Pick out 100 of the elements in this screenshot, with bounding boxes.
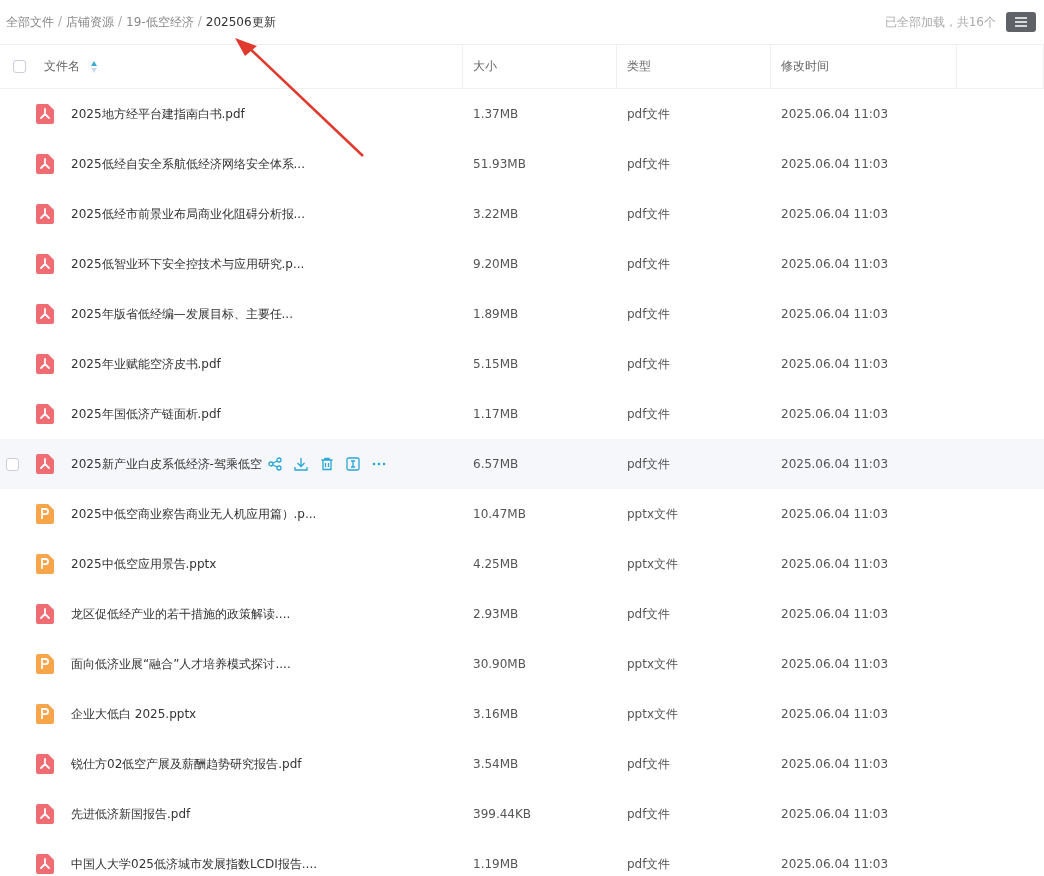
menu-button[interactable] bbox=[1006, 12, 1036, 32]
more-icon[interactable] bbox=[371, 462, 386, 466]
file-type: pptx文件 bbox=[627, 556, 679, 571]
modified-time: 2025.06.04 11:03 bbox=[781, 607, 889, 621]
modified-time: 2025.06.04 11:03 bbox=[781, 857, 889, 871]
delete-icon[interactable] bbox=[319, 457, 334, 471]
file-size: 5.15MB bbox=[473, 357, 519, 371]
breadcrumb-separator: / bbox=[58, 13, 63, 30]
presentation-file-icon bbox=[36, 654, 54, 674]
modified-time: 2025.06.04 11:03 bbox=[781, 407, 889, 421]
modified-time: 2025.06.04 11:03 bbox=[781, 557, 889, 571]
modified-time: 2025.06.04 11:03 bbox=[781, 257, 889, 271]
pdf-file-icon bbox=[36, 404, 54, 424]
file-type: pdf文件 bbox=[627, 606, 671, 621]
file-size: 1.89MB bbox=[473, 307, 519, 321]
file-type: pptx文件 bbox=[627, 656, 679, 671]
file-name[interactable]: 2025中低空应用景告.pptx bbox=[71, 555, 217, 573]
file-type: pdf文件 bbox=[627, 456, 671, 471]
file-name[interactable]: 2025年业赋能空济皮书.pdf bbox=[71, 355, 221, 373]
column-header[interactable]: 文件名 bbox=[44, 58, 80, 75]
file-type: pptx文件 bbox=[627, 706, 679, 721]
pdf-file-icon bbox=[36, 754, 54, 774]
file-size: 1.17MB bbox=[473, 407, 519, 421]
file-name[interactable]: 锐仕方02低空产展及薪酬趋势研究报告.pdf bbox=[71, 755, 302, 773]
file-name[interactable]: 2025中低空商业察告商业无人机应用篇）.p... bbox=[71, 505, 317, 523]
breadcrumb-separator: / bbox=[197, 13, 202, 30]
file-name[interactable]: 龙区促低经产业的若干措施的政策解读.... bbox=[71, 605, 291, 623]
file-size: 1.19MB bbox=[473, 857, 519, 871]
file-name[interactable]: 2025地方经平台建指南白书.pdf bbox=[71, 105, 245, 123]
column-header[interactable]: 大小 bbox=[473, 58, 497, 75]
file-name[interactable]: 企业大低白 2025.pptx bbox=[71, 705, 197, 723]
file-size: 1.37MB bbox=[473, 107, 519, 121]
modified-time: 2025.06.04 11:03 bbox=[781, 157, 889, 171]
file-type: pdf文件 bbox=[627, 756, 671, 771]
modified-time: 2025.06.04 11:03 bbox=[781, 757, 889, 771]
file-type: pdf文件 bbox=[627, 256, 671, 271]
pdf-file-icon bbox=[36, 804, 54, 824]
file-type: pptx文件 bbox=[627, 506, 679, 521]
presentation-file-icon bbox=[36, 554, 54, 574]
file-size: 6.57MB bbox=[473, 457, 519, 471]
file-name[interactable]: 2025年国低济产链面析.pdf bbox=[71, 405, 221, 423]
file-type: pdf文件 bbox=[627, 156, 671, 171]
breadcrumb-link[interactable]: 店铺资源 bbox=[66, 13, 115, 31]
file-name[interactable]: 2025低智业环下安全控技术与应用研究.p... bbox=[71, 255, 305, 273]
file-name[interactable]: 2025年版省低经编—发展目标、主要任... bbox=[71, 305, 293, 323]
file-type: pdf文件 bbox=[627, 406, 671, 421]
file-size: 9.20MB bbox=[473, 257, 519, 271]
rename-icon[interactable] bbox=[345, 457, 360, 471]
file-name[interactable]: 2025新产业白皮系低经济-驾乘低空 bbox=[71, 455, 262, 473]
file-name[interactable]: 先进低济新国报告.pdf bbox=[71, 805, 191, 823]
download-icon[interactable] bbox=[293, 457, 308, 471]
file-type: pdf文件 bbox=[627, 306, 671, 321]
modified-time: 2025.06.04 11:03 bbox=[781, 107, 889, 121]
pdf-file-icon bbox=[36, 204, 54, 224]
file-name[interactable]: 2025低经自安全系航低经济网络安全体系... bbox=[71, 155, 305, 173]
hovered-row[interactable]: 2025新产业白皮系低经济-驾乘低空 6.57MB pdf文件 2025.06.04 11:03 bbox=[0, 439, 1044, 489]
modified-time: 2025.06.04 11:03 bbox=[781, 807, 889, 821]
breadcrumb-separator: / bbox=[118, 13, 123, 30]
breadcrumb-link[interactable]: 19-低空经济 bbox=[126, 13, 194, 31]
share-icon[interactable] bbox=[267, 457, 282, 471]
presentation-file-icon bbox=[36, 704, 54, 724]
column-header[interactable]: 修改时间 bbox=[781, 58, 829, 75]
pdf-file-icon bbox=[36, 304, 54, 324]
menu-icon bbox=[1014, 16, 1028, 28]
file-size: 30.90MB bbox=[473, 657, 526, 671]
file-size: 10.47MB bbox=[473, 507, 526, 521]
modified-time: 2025.06.04 11:03 bbox=[781, 657, 889, 671]
file-type: pdf文件 bbox=[627, 356, 671, 371]
modified-time: 2025.06.04 11:03 bbox=[781, 707, 889, 721]
row-checkbox[interactable] bbox=[6, 457, 19, 471]
file-name[interactable]: 2025低经市前景业布局商业化阻碍分析报... bbox=[71, 205, 305, 223]
modified-time: 2025.06.04 11:03 bbox=[781, 507, 889, 521]
file-size: 3.16MB bbox=[473, 707, 519, 721]
pdf-file-icon bbox=[36, 154, 54, 174]
file-type: pdf文件 bbox=[627, 106, 671, 121]
breadcrumb-link[interactable]: 全部文件 bbox=[6, 13, 54, 31]
presentation-file-icon bbox=[36, 504, 54, 524]
file-size: 399.44KB bbox=[473, 807, 532, 821]
column-header[interactable]: 类型 bbox=[627, 58, 651, 75]
pdf-file-icon bbox=[36, 254, 54, 274]
file-name[interactable]: 中国人大学025低济城市发展指数LCDI报告.... bbox=[71, 855, 317, 873]
file-size: 3.22MB bbox=[473, 207, 519, 221]
modified-time: 2025.06.04 11:03 bbox=[781, 307, 889, 321]
file-type: pdf文件 bbox=[627, 806, 671, 821]
file-name[interactable]: 面向低济业展“融合”人才培养模式探讨.... bbox=[71, 655, 291, 673]
breadcrumb-link[interactable]: 202506更新 bbox=[205, 13, 276, 31]
file-size: 51.93MB bbox=[473, 157, 526, 171]
file-type: pdf文件 bbox=[627, 856, 671, 871]
pdf-file-icon bbox=[36, 354, 54, 374]
file-size: 3.54MB bbox=[473, 757, 519, 771]
file-type: pdf文件 bbox=[627, 206, 671, 221]
sort-icon[interactable] bbox=[90, 59, 98, 74]
pdf-file-icon bbox=[36, 104, 54, 124]
file-size: 2.93MB bbox=[473, 607, 519, 621]
modified-time: 2025.06.04 11:03 bbox=[781, 207, 889, 221]
modified-time: 2025.06.04 11:03 bbox=[781, 357, 889, 371]
select-all-checkbox[interactable] bbox=[13, 60, 26, 73]
load-status: 已全部加载，共16个 bbox=[884, 13, 996, 31]
pdf-file-icon bbox=[36, 454, 54, 474]
pdf-file-icon bbox=[36, 604, 54, 624]
